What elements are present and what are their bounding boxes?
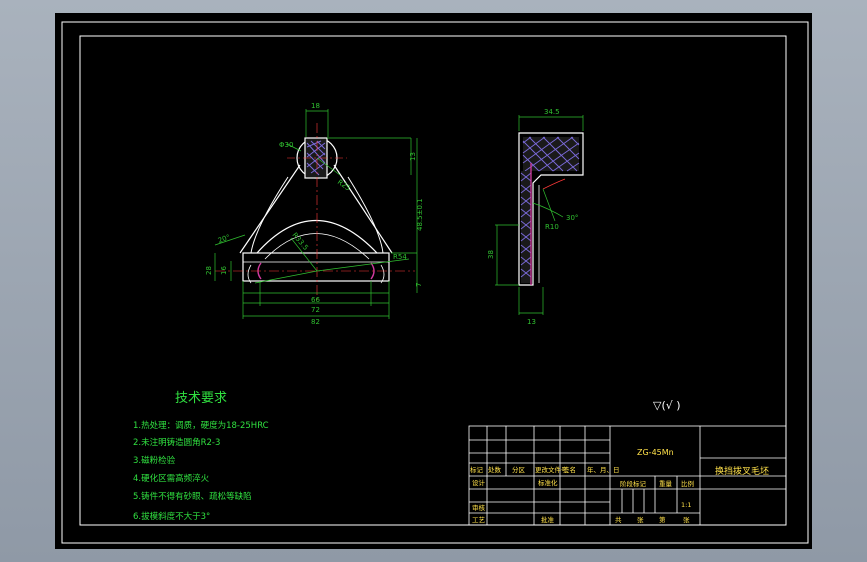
cad-drawing-viewport[interactable]: 18 Φ30 R25 R33.5 R54 20° 16 28 13 48.5±0…: [55, 13, 812, 549]
tech-requirements: 技术要求 1.热处理：调质，硬度为18-25HRC 2.未注明铸造圆角R2-3 …: [133, 391, 269, 522]
tb-scale: 比例: [681, 479, 694, 488]
tech-req-item: 5.铸件不得有砂眼、疏松等缺陷: [133, 491, 252, 502]
dim-bottom-66: 66: [311, 296, 320, 304]
title-block: 标记 处数 分区 更改文件号 签名 年、月、日 设计 标准化 审核 工艺 批准 …: [468, 425, 787, 526]
tb-review: 审核: [472, 503, 486, 512]
tb-label: 年、月、日: [587, 465, 620, 474]
side-view: 34.5 30° R10 38 13: [487, 108, 584, 326]
tb-approve: 批准: [541, 515, 555, 524]
tb-label: 签名: [563, 465, 576, 474]
dim-side-r10: R10: [545, 223, 559, 231]
dim-side-top-width: 34.5: [544, 108, 560, 116]
tb-design: 设计: [472, 478, 486, 487]
tech-req-item: 3.磁粉检验: [133, 455, 176, 466]
tb-sheet: 张: [637, 515, 644, 524]
dim-hole-dia: Φ30: [279, 141, 293, 149]
dim-r25: R25: [336, 178, 352, 192]
dim-side-13: 13: [527, 318, 536, 326]
dim-left-16: 16: [220, 266, 228, 275]
tb-sheet: 张: [683, 515, 690, 524]
tech-req-item: 6.拔模斜度不大于3°: [133, 511, 210, 522]
tb-weight: 重量: [659, 480, 673, 488]
tech-req-item: 2.未注明铸造圆角R2-3: [133, 437, 220, 448]
tb-process: 工艺: [472, 516, 486, 524]
tech-req-item: 4.硬化区需高频淬火: [133, 473, 210, 484]
tb-label: 分区: [512, 465, 526, 474]
dim-left-28: 28: [205, 266, 213, 275]
tech-req-item: 1.热处理：调质，硬度为18-25HRC: [133, 420, 269, 431]
dim-r54: R54: [393, 253, 407, 261]
tb-scale-value: 1:1: [681, 501, 691, 509]
tb-label: 标记: [470, 465, 484, 474]
tech-req-title: 技术要求: [175, 391, 227, 406]
tb-sheet: 第: [659, 515, 666, 524]
tb-label: 处数: [488, 465, 502, 474]
dim-right-7: 7: [415, 283, 423, 287]
tb-material: ZG-45Mn: [637, 448, 674, 457]
tb-part-name: 换挡拨叉毛坯: [715, 465, 769, 477]
dim-bottom-72: 72: [311, 306, 320, 314]
roughness-symbol: ▽(√ ): [653, 399, 681, 412]
dim-left-angle: 20°: [217, 233, 231, 245]
dim-side-angle: 30°: [566, 214, 578, 222]
inner-frame: [79, 35, 787, 526]
dim-side-38: 38: [487, 250, 495, 259]
dim-front-top-width: 18: [311, 102, 320, 110]
drawing-canvas: 18 Φ30 R25 R33.5 R54 20° 16 28 13 48.5±0…: [61, 21, 809, 544]
tb-sheet: 共: [615, 515, 622, 524]
dim-total-height: 48.5±0.1: [416, 198, 424, 231]
dim-bottom-82: 82: [311, 318, 320, 326]
dim-height-13: 13: [409, 152, 417, 161]
tb-stage-mark: 阶段标记: [620, 479, 647, 488]
front-view: 18 Φ30 R25 R33.5 R54 20° 16 28 13 48.5±0…: [205, 102, 424, 326]
tb-standardization: 标准化: [538, 478, 558, 487]
